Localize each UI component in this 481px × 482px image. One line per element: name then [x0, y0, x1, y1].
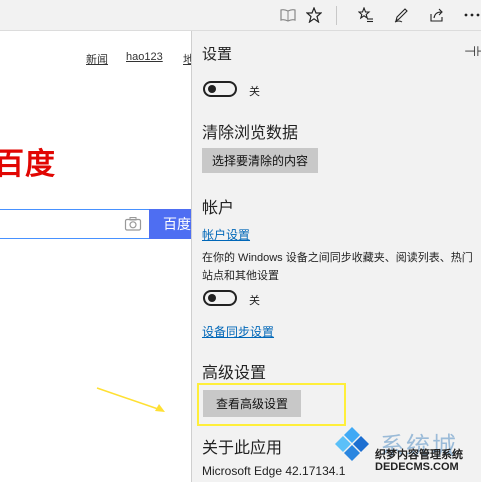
about-heading: 关于此应用: [202, 440, 283, 457]
settings-panel: 设置 ⊣⊢ 关 清除浏览数据 选择要清除的内容 帐户 帐户设置 在你的 Wind…: [191, 31, 481, 482]
web-page: 新闻 hao123 地 百度 百度: [0, 31, 192, 482]
sync-toggle-label: 关: [249, 295, 260, 307]
more-icon[interactable]: [460, 3, 481, 27]
sync-description: 在你的 Windows 设备之间同步收藏夹、阅读列表、热门站点和其他设置: [202, 252, 473, 282]
view-advanced-button[interactable]: 查看高级设置: [203, 390, 302, 417]
toggle-switch[interactable]: [203, 81, 237, 97]
device-sync-link[interactable]: 设备同步设置: [202, 323, 274, 340]
choose-clear-button[interactable]: 选择要清除的内容: [202, 148, 319, 173]
sync-toggle[interactable]: [203, 290, 237, 306]
toggle-knob: [208, 85, 216, 93]
watermark-text: 织梦内容管理系统: [375, 449, 463, 461]
nav-link-hao123[interactable]: hao123: [126, 51, 163, 63]
toggle-knob: [208, 294, 216, 302]
nav-link-news[interactable]: 新闻: [86, 51, 108, 67]
toggle-label: 关: [249, 86, 260, 98]
watermark-url: DEDECMS.COM: [375, 461, 459, 473]
windows-logo-icon: [335, 427, 369, 461]
camera-icon[interactable]: [124, 215, 142, 233]
favorites-hub-icon[interactable]: [354, 3, 378, 27]
web-note-icon[interactable]: [389, 3, 413, 27]
search-button[interactable]: 百度: [149, 209, 192, 239]
share-icon[interactable]: [425, 3, 449, 27]
favorite-star-icon[interactable]: [302, 3, 326, 27]
clear-data-heading: 清除浏览数据: [202, 125, 299, 142]
account-settings-link[interactable]: 帐户设置: [202, 226, 250, 243]
watermark: 系统城 织梦内容管理系统 DEDECMS.COM: [330, 420, 481, 482]
account-heading: 帐户: [202, 200, 235, 217]
reading-view-icon[interactable]: [276, 3, 300, 27]
baidu-logo: 百度: [0, 147, 56, 182]
pin-icon[interactable]: ⊣⊢: [464, 43, 481, 60]
annotation-arrow: [96, 387, 165, 412]
toolbar-separator: [336, 6, 337, 25]
settings-title: 设置: [202, 46, 233, 63]
browser-toolbar: [0, 0, 481, 31]
version-text: Microsoft Edge 42.17134.1: [202, 464, 346, 478]
advanced-heading: 高级设置: [202, 365, 267, 382]
